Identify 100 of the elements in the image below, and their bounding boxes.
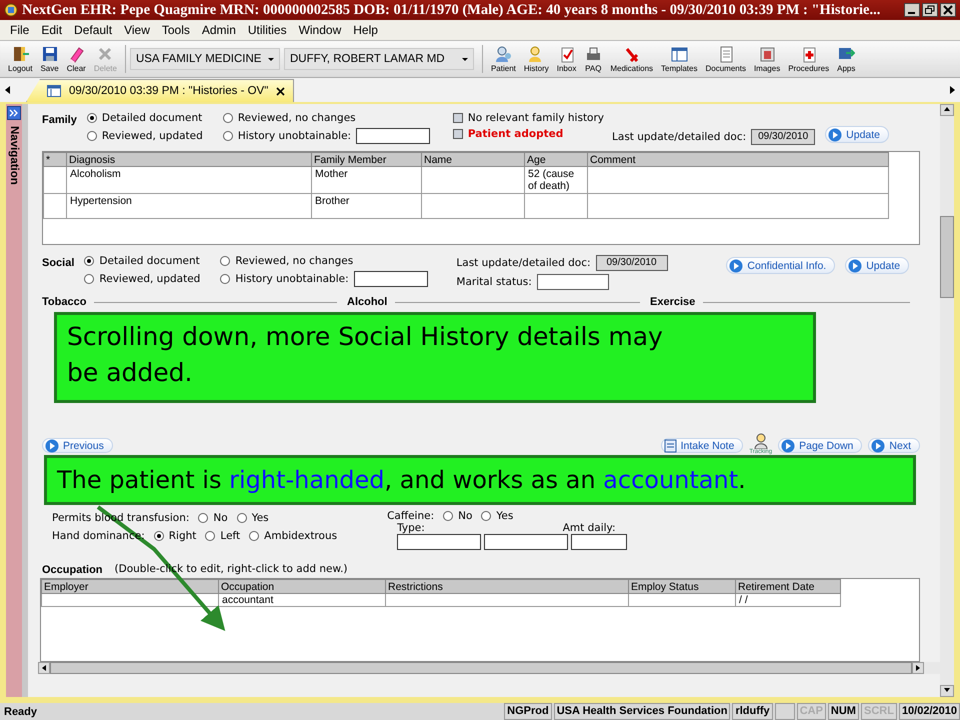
toolbar-button[interactable]: Images: [750, 45, 784, 73]
radio-button[interactable]: [84, 274, 94, 284]
scroll-left-icon[interactable]: [4, 85, 12, 95]
window-icon: [670, 45, 688, 63]
column-header[interactable]: Employer: [42, 580, 218, 594]
history-field[interactable]: [354, 271, 428, 287]
marital-status-field[interactable]: [536, 274, 609, 290]
radio-button[interactable]: [86, 113, 97, 123]
menu-item[interactable]: File: [4, 23, 36, 37]
play-icon: [828, 128, 842, 142]
toolbar-button[interactable]: Logout: [4, 45, 36, 73]
menu-item[interactable]: Window: [292, 23, 348, 37]
radio-button[interactable]: [86, 131, 97, 141]
radio-button[interactable]: [220, 274, 230, 284]
status-message: Ready: [4, 706, 38, 718]
toolbar-button[interactable]: Apps: [833, 45, 860, 73]
column-header[interactable]: Employ Status: [628, 580, 736, 594]
app-icon: [4, 3, 18, 17]
column-header[interactable]: Diagnosis: [66, 152, 312, 166]
column-header[interactable]: Comment: [588, 152, 888, 166]
caret-icon: [462, 58, 468, 60]
status-panel: 10/02/2010: [898, 703, 960, 720]
scroll-thumb[interactable]: [940, 216, 954, 298]
menu-item[interactable]: View: [118, 23, 156, 37]
previous-button[interactable]: Previous: [42, 438, 113, 453]
table-cell: Mother: [312, 166, 422, 194]
menu-item[interactable]: Utilities: [242, 23, 293, 37]
type-field[interactable]: [397, 534, 482, 550]
menu-item[interactable]: Admin: [196, 23, 242, 37]
history-field[interactable]: [356, 128, 430, 144]
radio-button[interactable]: [220, 256, 230, 266]
radio-button[interactable]: [222, 113, 233, 123]
menu-item[interactable]: Default: [68, 23, 118, 37]
toolbar-button[interactable]: History: [520, 45, 553, 73]
toolbar-button[interactable]: PAQ: [580, 45, 606, 73]
section-heading: Tobacco: [42, 296, 86, 308]
scroll-up-icon[interactable]: [944, 107, 950, 111]
checkbox[interactable]: [452, 113, 463, 123]
scroll-left-icon[interactable]: [42, 665, 46, 671]
menu-item[interactable]: Edit: [35, 23, 68, 37]
status-panel: rlduffy: [732, 703, 773, 720]
toolbar-button[interactable]: Save: [36, 45, 63, 73]
close-icon[interactable]: [940, 3, 956, 17]
option-label: History unobtainable:: [238, 130, 352, 142]
scroll-right-icon[interactable]: [948, 85, 956, 95]
intake-note-button[interactable]: Intake Note: [660, 438, 744, 453]
window-icon: [47, 85, 61, 97]
document-tab[interactable]: 09/30/2010 03:39 PM : "Histories - OV": [26, 79, 294, 102]
date-field[interactable]: 09/30/2010: [596, 255, 668, 271]
confidential-info-button[interactable]: Confidential Info.: [726, 257, 836, 274]
update-button[interactable]: Update: [845, 257, 910, 274]
menu-item[interactable]: Tools: [156, 23, 196, 37]
callout-text: Scrolling down, more Social History details may be added.: [67, 321, 664, 389]
update-button[interactable]: Update: [825, 126, 890, 143]
radio-button[interactable]: [249, 531, 260, 541]
column-header[interactable]: Occupation: [218, 580, 386, 594]
radio-button[interactable]: [205, 531, 216, 541]
scroll-right-icon[interactable]: [916, 665, 920, 671]
navigation-panel[interactable]: Navigation: [6, 104, 28, 697]
radio-button[interactable]: [443, 511, 454, 521]
column-header[interactable]: Retirement Date: [736, 580, 840, 594]
toolbar-button[interactable]: Procedures: [784, 45, 834, 73]
provider-dropdown[interactable]: DUFFY, ROBERT LAMAR MD: [284, 48, 474, 70]
restore-icon[interactable]: [922, 3, 938, 17]
expand-icon[interactable]: [7, 106, 21, 120]
column-header[interactable]: Restrictions: [386, 580, 628, 594]
toolbar-button[interactable]: Medications: [606, 45, 658, 73]
column-header[interactable]: Age: [524, 152, 588, 166]
toolbar-button[interactable]: Inbox: [552, 45, 580, 73]
radio-button[interactable]: [222, 131, 233, 141]
scroll-down-icon[interactable]: [944, 688, 950, 692]
radio-button[interactable]: [84, 256, 94, 266]
toolbar-button[interactable]: Documents: [701, 45, 750, 73]
checkbox[interactable]: [452, 129, 463, 139]
column-header[interactable]: Name: [422, 152, 524, 166]
minimize-icon[interactable]: [904, 3, 920, 17]
date-field[interactable]: 09/30/2010: [751, 129, 816, 145]
practice-dropdown[interactable]: USA FAMILY MEDICINE: [130, 48, 280, 70]
column-header[interactable]: *: [44, 152, 66, 166]
close-icon[interactable]: [276, 86, 286, 96]
toolbar-button[interactable]: Patient: [486, 45, 520, 73]
vertical-scrollbar[interactable]: [940, 104, 954, 697]
document-icon: [664, 438, 677, 452]
radio-button[interactable]: [481, 511, 492, 521]
option-label: No relevant family history: [468, 112, 604, 124]
type-field[interactable]: [484, 534, 568, 550]
radio-button[interactable]: [154, 531, 164, 541]
column-header[interactable]: Family Member: [312, 152, 422, 166]
toolbar-button[interactable]: Templates: [657, 45, 702, 73]
radio-button[interactable]: [236, 513, 247, 523]
toolbar-button[interactable]: Clear: [62, 45, 90, 73]
table-cell: 52 (cause of death): [524, 166, 588, 194]
menu-item[interactable]: Help: [347, 23, 384, 37]
next-button[interactable]: Next: [868, 438, 920, 453]
option-label: Yes: [496, 510, 514, 522]
radio-button[interactable]: [198, 513, 208, 523]
amount-field[interactable]: [571, 534, 628, 550]
page-down-button[interactable]: Page Down: [778, 438, 862, 453]
people-icon: [494, 45, 512, 63]
status-panel: USA Health Services Foundation: [554, 703, 730, 720]
